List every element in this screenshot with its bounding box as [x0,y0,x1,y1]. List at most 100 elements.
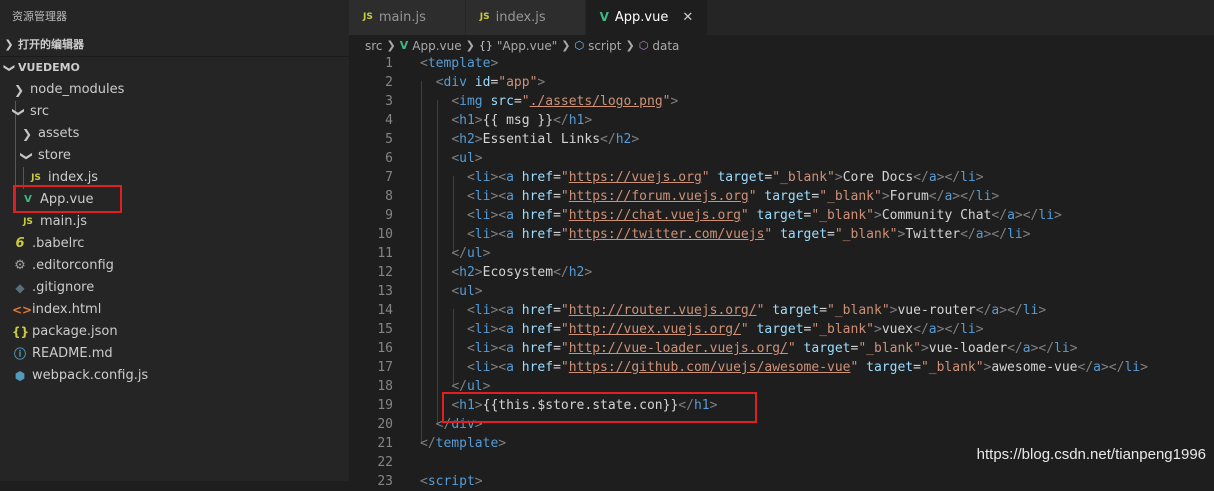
tree-item[interactable]: ◆ .gitignore [0,277,349,299]
explorer-title: 资源管理器 [12,10,67,23]
info-icon: ⓘ [13,347,26,361]
line-number: 14 [377,303,393,318]
vue-icon: V [599,10,609,24]
tree-item-label: README.md [32,346,113,361]
line-number: 19 [377,398,393,413]
line-number: 5 [385,132,393,147]
tree-item-label: .gitignore [32,280,95,295]
watermark: https://blog.csdn.net/tianpeng1996 [976,446,1206,463]
chevron-right-icon: ❯ [21,127,33,141]
tree-item[interactable]: ⬢ webpack.config.js [0,365,349,387]
tree-item-label: webpack.config.js [32,368,149,383]
code-line: 6 <ul> [349,149,1214,168]
tab-index-js[interactable]: JS index.js ✕ [465,0,586,35]
line-number: 1 [385,56,393,71]
tree-item[interactable]: ❯ node_modules [0,79,349,101]
tree-item-label: index.js [48,170,99,185]
line-number: 23 [377,474,393,489]
tree-item-label: node_modules [30,82,125,97]
tree-item[interactable]: <> index.html [0,299,349,321]
code-line: 13 <ul> [349,282,1214,301]
git-icon: ◆ [15,281,25,295]
json-icon: {} [12,325,30,339]
code-line: 3 <img src="./assets/logo.png"> [349,92,1214,111]
tree-item[interactable]: ❯ src [0,101,349,123]
code-line: 10 <li><a href="https://twitter.com/vuej… [349,225,1214,244]
code-line: 2 <div id="app"> [349,73,1214,92]
code-line: 11 </ul> [349,244,1214,263]
chevron-down-icon: ❯ [3,63,16,73]
code-line: 18 </ul> [349,377,1214,396]
tree-item-label: assets [38,126,80,141]
tree-item[interactable]: V App.vue [0,189,349,211]
file-tree: ❯ node_modules ❯ src ❯ assets ❯ store JS index.js… [0,79,349,387]
code-line: 7 <li><a href="https://vuejs.org" target… [349,168,1214,187]
close-icon[interactable]: ✕ [682,0,693,35]
line-number: 15 [377,322,393,337]
tree-item-label: App.vue [40,192,94,207]
vue-icon: V [24,194,32,205]
editor-tabs: JS main.js ✕ JS index.js ✕ V App.vue ✕ [349,0,1214,35]
code-line: 4 <h1>{{ msg }}</h1> [349,111,1214,130]
line-number: 2 [385,75,393,90]
open-editors-label: 打开的编辑器 [18,38,84,51]
tree-item[interactable]: JS index.js [0,167,349,189]
code-line: 16 <li><a href="http://vue-loader.vuejs.… [349,339,1214,358]
tree-item[interactable]: {} package.json [0,321,349,343]
tree-item-label: store [38,148,71,163]
line-number: 4 [385,113,393,128]
babel-icon: 6 [15,236,25,251]
tree-item-label: main.js [40,214,87,229]
open-editors-section[interactable]: ❯ 打开的编辑器 [0,34,349,57]
tree-item[interactable]: JS main.js [0,211,349,233]
webpack-icon: ⬢ [14,369,26,383]
code-line: 15 <li><a href="http://vuex.vuejs.org/" … [349,320,1214,339]
line-number: 22 [377,455,393,470]
project-label: VUEDEMO [18,61,80,74]
tree-item[interactable]: ⚙ .editorconfig [0,255,349,277]
tab-label: index.js [495,10,546,25]
js-icon: JS [23,217,33,227]
explorer-sidebar: 资源管理器 ❯ 打开的编辑器 ❯ VUEDEMO ❯ node_modules ❯ s… [0,0,349,481]
code-line: 1 <template> [349,54,1214,73]
code-line: 12 <h2>Ecosystem</h2> [349,263,1214,282]
html-icon: <> [12,303,33,317]
code-line: 8 <li><a href="https://forum.vuejs.org" … [349,187,1214,206]
line-number: 6 [385,151,393,166]
code-line: 17 <li><a href="https://github.com/vuejs… [349,358,1214,377]
tree-item-label: .babelrc [32,236,85,251]
tree-item-label: index.html [32,302,102,317]
tree-item-label: .editorconfig [32,258,114,273]
code-line: 5 <h2>Essential Links</h2> [349,130,1214,149]
tab-main-js[interactable]: JS main.js ✕ [349,0,466,35]
js-icon: JS [479,12,490,22]
tab-app-vue[interactable]: V App.vue ✕ [585,0,709,35]
chevron-right-icon: ❯ [4,38,14,51]
js-icon: JS [363,12,373,22]
line-number: 20 [377,417,393,432]
tree-item[interactable]: ❯ assets [0,123,349,145]
chevron-down-icon: ❯ [20,150,34,162]
tab-label: App.vue [614,10,669,25]
tree-item-label: package.json [32,324,118,339]
code-editor[interactable]: 1 <template> 2 <div id="app"> 3 <img src=… [349,54,1214,489]
line-number: 3 [385,94,393,109]
tree-item[interactable]: 6 .babelrc [0,233,349,255]
code-line: 19 <h1>{{this.$store.state.con}}</h1> [349,396,1214,415]
tree-item[interactable]: ❯ store [0,145,349,167]
code-line: 14 <li><a href="http://router.vuejs.org/… [349,301,1214,320]
line-number: 11 [377,246,393,261]
line-number: 16 [377,341,393,356]
line-number: 8 [385,189,393,204]
code-line: 9 <li><a href="https://chat.vuejs.org" t… [349,206,1214,225]
code-line: 20 </div> [349,415,1214,434]
line-number: 7 [385,170,393,185]
line-number: 21 [377,436,393,451]
line-number: 13 [377,284,393,299]
chevron-right-icon: ❯ [13,83,25,97]
tree-item[interactable]: ⓘ README.md [0,343,349,365]
project-section[interactable]: ❯ VUEDEMO [0,57,349,79]
chevron-down-icon: ❯ [12,106,26,118]
line-number: 9 [385,208,393,223]
js-icon: JS [31,173,41,183]
